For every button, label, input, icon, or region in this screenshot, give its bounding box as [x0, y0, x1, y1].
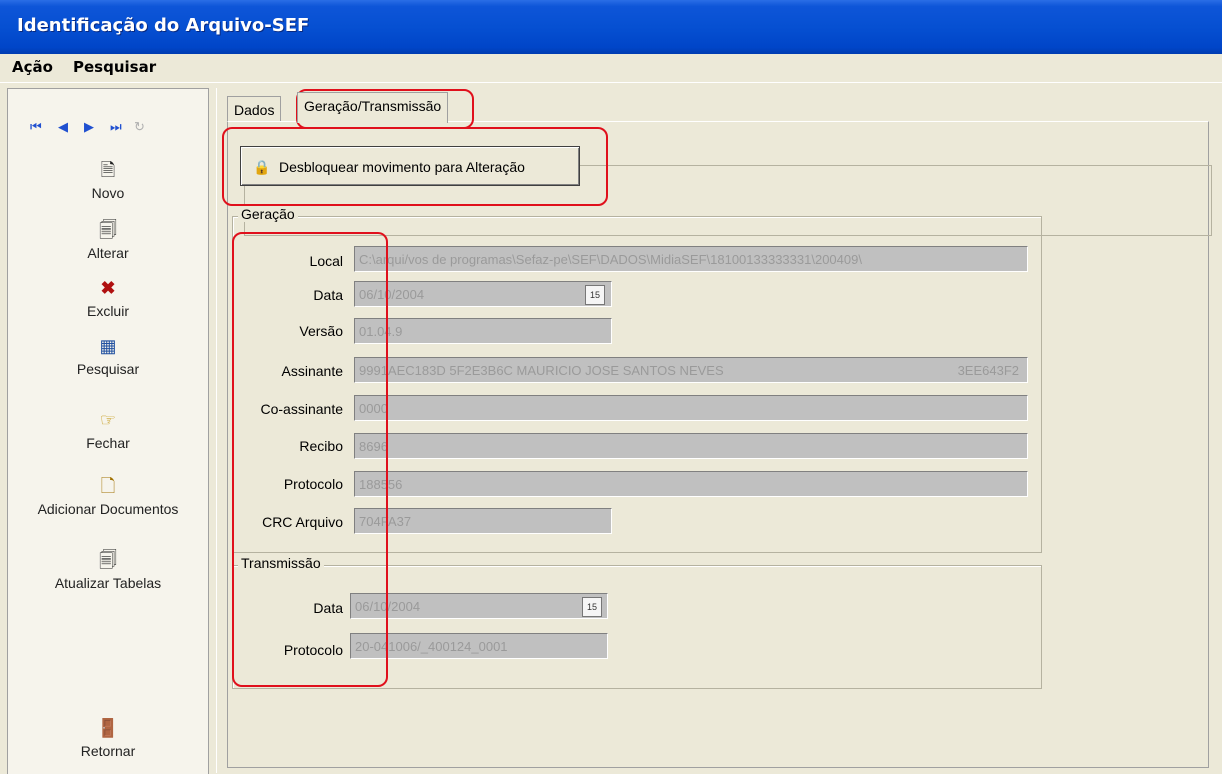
refresh-icon[interactable]: ↻ — [134, 119, 145, 135]
annotation-labels-highlight — [232, 232, 388, 687]
atualizar-tabelas-button[interactable]: 🗐 Atualizar Tabelas — [8, 549, 208, 591]
transmissao-protocolo-field[interactable]: 20-041006/_400124_0001 — [350, 633, 608, 659]
novo-label: Novo — [91, 185, 125, 201]
crc-arquivo-field[interactable]: 704FA37 — [354, 508, 612, 534]
last-record-icon[interactable]: ⏭ — [110, 119, 122, 135]
transmissao-calendar-icon[interactable]: 15 — [582, 597, 602, 617]
tab-geracao-transmissao[interactable]: Geração/Transmissão — [297, 92, 449, 123]
local-field[interactable]: C:\arqui/vos de programas\Sefaz-pe\SEF\D… — [354, 246, 1028, 272]
delete-x-icon: ✖ — [100, 278, 116, 298]
pesquisar-label: Pesquisar — [76, 361, 140, 377]
assinante-code: 3EE643F2 — [957, 363, 1019, 378]
exit-door-icon: 🚪 — [96, 718, 120, 738]
table-grid-icon: ▦ — [99, 336, 117, 356]
alterar-button[interactable]: 🗐 Alterar — [8, 219, 208, 261]
menu-pesquisar[interactable]: Pesquisar — [73, 58, 156, 76]
update-tables-icon: 🗐 — [99, 550, 117, 570]
pesquisar-button[interactable]: ▦ Pesquisar — [8, 335, 208, 377]
menu-bar: Ação Pesquisar — [0, 54, 1222, 83]
assinante-value: 9991AEC183D 5F2E3B6C MAURICIO JOSE SANTO… — [359, 363, 724, 378]
transmissao-data-field[interactable]: 06/10/2004 — [350, 593, 608, 619]
data-field[interactable]: 06/10/2004 — [354, 281, 612, 307]
retornar-label: Retornar — [80, 743, 136, 759]
excluir-label: Excluir — [86, 303, 129, 319]
coassinante-field[interactable]: 0000 — [354, 395, 1028, 421]
adicionar-documentos-button[interactable]: 🗋 Adicionar Documentos — [8, 475, 208, 517]
edit-document-icon: 🗐 — [99, 220, 117, 240]
pointing-hand-icon: ☞ — [99, 410, 117, 430]
annotation-unlock-highlight — [222, 127, 608, 206]
novo-button[interactable]: 🗎 Novo — [8, 159, 208, 201]
fechar-button[interactable]: ☞ Fechar — [8, 409, 208, 451]
sidebar-toolbar: ⏮ ◀ ▶ ⏭ ↻ 🗎 Novo 🗐 Alterar ✖ Excluir ▦ P… — [7, 88, 209, 774]
adicionar-documentos-label: Adicionar Documentos — [37, 501, 179, 517]
prev-record-icon[interactable]: ◀ — [58, 119, 68, 135]
protocolo-field[interactable]: 188556 — [354, 471, 1028, 497]
calendar-icon[interactable]: 15 — [585, 285, 605, 305]
menu-acao[interactable]: Ação — [12, 58, 53, 76]
fechar-label: Fechar — [86, 435, 130, 451]
alterar-label: Alterar — [87, 245, 129, 261]
atualizar-tabelas-label: Atualizar Tabelas — [54, 575, 162, 591]
new-document-icon: 🗎 — [100, 160, 116, 180]
recibo-field[interactable]: 8696 — [354, 433, 1028, 459]
assinante-field[interactable]: 9991AEC183D 5F2E3B6C MAURICIO JOSE SANTO… — [354, 357, 1028, 383]
retornar-button[interactable]: 🚪 Retornar — [8, 717, 208, 759]
window-title: Identificação do Arquivo-SEF — [17, 15, 310, 36]
tab-dados[interactable]: Dados — [227, 96, 282, 123]
excluir-button[interactable]: ✖ Excluir — [8, 277, 208, 319]
next-record-icon[interactable]: ▶ — [84, 119, 94, 135]
record-navigator: ⏮ ◀ ▶ ⏭ ↻ — [30, 119, 190, 135]
title-bar: Identificação do Arquivo-SEF — [0, 0, 1222, 54]
first-record-icon[interactable]: ⏮ — [30, 119, 42, 135]
geracao-title: Geração — [238, 206, 298, 222]
versao-field[interactable]: 01.04.9 — [354, 318, 612, 344]
add-documents-icon: 🗋 — [100, 476, 116, 496]
